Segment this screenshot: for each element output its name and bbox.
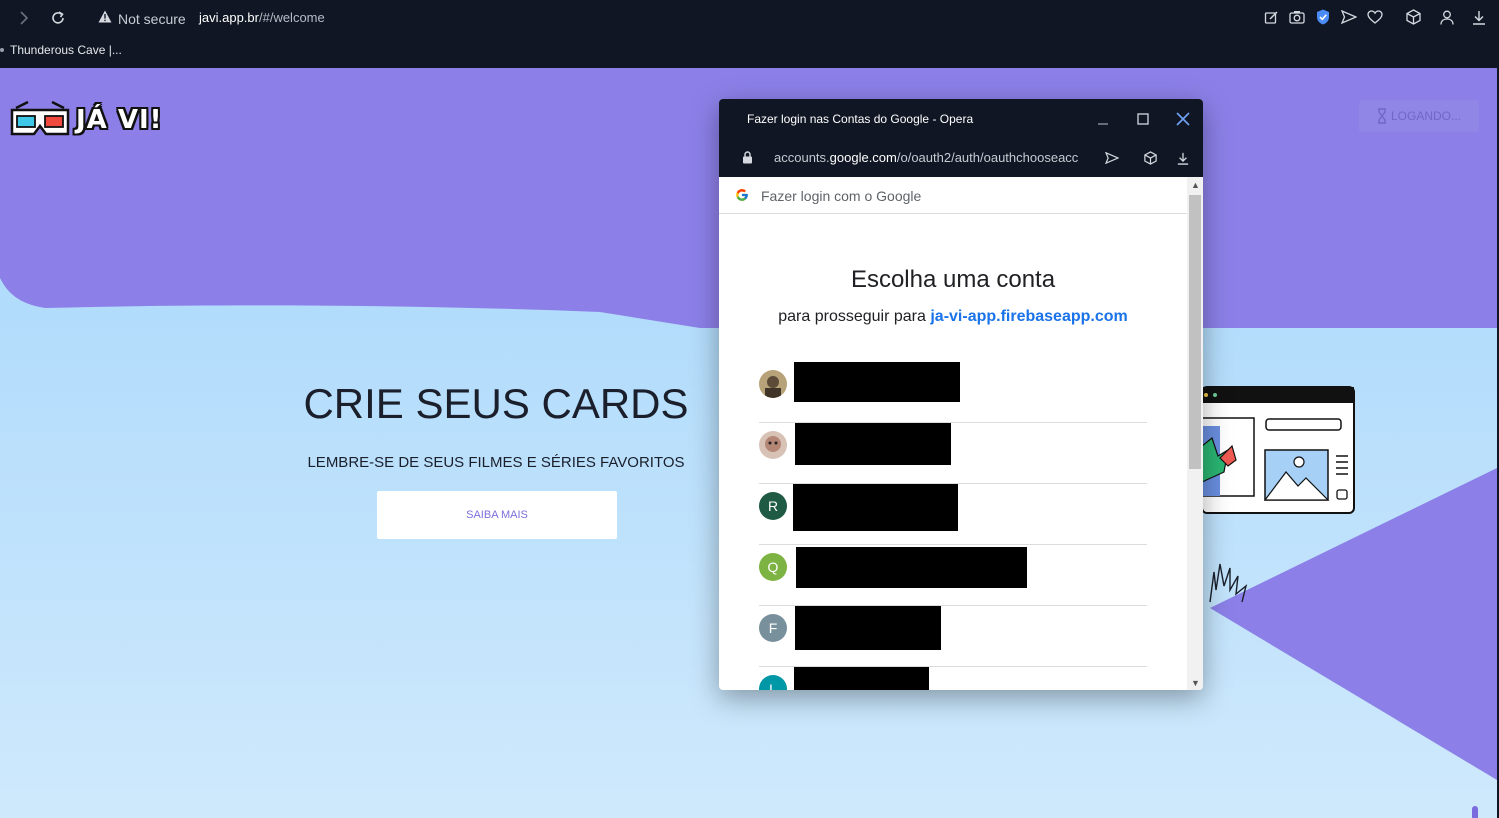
google-login-popup: Fazer login nas Contas do Google - Opera… xyxy=(719,99,1203,690)
avatar: F xyxy=(759,614,787,642)
maximize-icon[interactable] xyxy=(1133,109,1153,129)
popup-titlebar[interactable]: Fazer login nas Contas do Google - Opera xyxy=(719,99,1203,139)
cube-icon[interactable] xyxy=(1141,149,1159,167)
account-item[interactable]: F xyxy=(759,606,1147,667)
browser-toolbar: Not secure javi.app.br/#/welcome xyxy=(0,0,1499,36)
popup-title: Fazer login nas Contas do Google - Opera xyxy=(747,112,974,126)
forward-icon[interactable] xyxy=(14,8,34,28)
bookmark-item[interactable]: Thunderous Cave |... xyxy=(10,43,122,57)
scroll-up-icon[interactable]: ▲ xyxy=(1191,180,1200,190)
avatar: R xyxy=(759,492,787,520)
avatar xyxy=(759,431,787,459)
scroll-down-icon[interactable]: ▼ xyxy=(1191,678,1200,688)
redacted-block xyxy=(794,667,929,690)
url-host: javi.app.br xyxy=(199,10,259,25)
continue-link[interactable]: ja-vi-app.firebaseapp.com xyxy=(930,308,1127,325)
redacted-block xyxy=(795,606,941,650)
popup-address-bar[interactable]: accounts.google.com/o/oauth2/auth/oauthc… xyxy=(719,139,1203,177)
avatar: L xyxy=(759,675,787,690)
warning-icon[interactable] xyxy=(98,10,112,28)
logo[interactable]: JÁ VI! xyxy=(10,100,163,140)
popup-url-prefix: accounts. xyxy=(774,150,830,165)
account-item[interactable] xyxy=(759,423,1147,484)
hero-title: CRIE SEUS CARDS xyxy=(303,380,689,427)
login-button-label: LOGANDO... xyxy=(1390,109,1461,123)
logo-text: JÁ VI! xyxy=(76,105,163,135)
minimize-icon[interactable] xyxy=(1093,109,1113,129)
hero-subtitle: LEMBRE-SE DE SEUS FILMES E SÉRIES FAVORI… xyxy=(307,454,685,471)
popup-scrollbar[interactable]: ▲ ▼ xyxy=(1187,177,1203,690)
popup-url-domain: google.com xyxy=(829,150,897,165)
continue-text: para prosseguir para ja-vi-app.firebasea… xyxy=(719,308,1187,326)
security-label[interactable]: Not secure xyxy=(118,11,186,27)
account-item[interactable]: L xyxy=(759,667,1147,690)
heart-icon[interactable] xyxy=(1366,8,1384,26)
redacted-block xyxy=(794,362,960,402)
avatar: Q xyxy=(759,553,787,581)
download-icon[interactable] xyxy=(1470,8,1488,26)
google-header: Fazer login com o Google xyxy=(719,177,1187,214)
redacted-block xyxy=(795,423,951,465)
3d-glasses-icon xyxy=(10,100,70,136)
close-icon[interactable] xyxy=(1173,109,1193,129)
address-bar[interactable]: javi.app.br/#/welcome xyxy=(199,10,325,25)
reload-icon[interactable] xyxy=(48,8,68,28)
account-item[interactable]: Q xyxy=(759,545,1147,606)
account-item[interactable]: R xyxy=(759,484,1147,545)
redacted-block xyxy=(796,547,1027,588)
popup-url-path: /o/oauth2/auth/oauthchooseacc xyxy=(896,150,1079,165)
shield-icon[interactable] xyxy=(1314,8,1332,26)
redacted-block xyxy=(793,484,958,531)
popup-url: accounts.google.com/o/oauth2/auth/oauthc… xyxy=(774,150,1082,165)
bookmark-favicon xyxy=(0,48,4,52)
learn-more-button[interactable]: SAIBA MAIS xyxy=(377,491,617,539)
download-icon[interactable] xyxy=(1174,149,1192,167)
cube-icon[interactable] xyxy=(1404,8,1422,26)
edit-icon[interactable] xyxy=(1262,8,1280,26)
hourglass-icon xyxy=(1377,108,1386,124)
send-icon[interactable] xyxy=(1103,149,1121,167)
user-icon[interactable] xyxy=(1438,8,1456,26)
continue-label: para prosseguir para xyxy=(778,308,926,325)
login-button[interactable]: LOGANDO... xyxy=(1359,100,1479,132)
url-path: /#/welcome xyxy=(258,10,325,25)
google-g-icon xyxy=(735,188,749,207)
scroll-indicator[interactable] xyxy=(1472,806,1478,818)
choose-account-heading: Escolha uma conta xyxy=(850,266,1056,293)
illustration-image xyxy=(1201,386,1355,603)
send-icon[interactable] xyxy=(1340,8,1358,26)
bookmarks-bar: Thunderous Cave |... xyxy=(0,36,1499,68)
account-item[interactable] xyxy=(759,362,1147,423)
camera-icon[interactable] xyxy=(1288,8,1306,26)
google-header-label: Fazer login com o Google xyxy=(761,188,922,204)
scroll-thumb[interactable] xyxy=(1189,195,1201,469)
avatar xyxy=(759,370,787,398)
lock-icon xyxy=(742,151,753,167)
